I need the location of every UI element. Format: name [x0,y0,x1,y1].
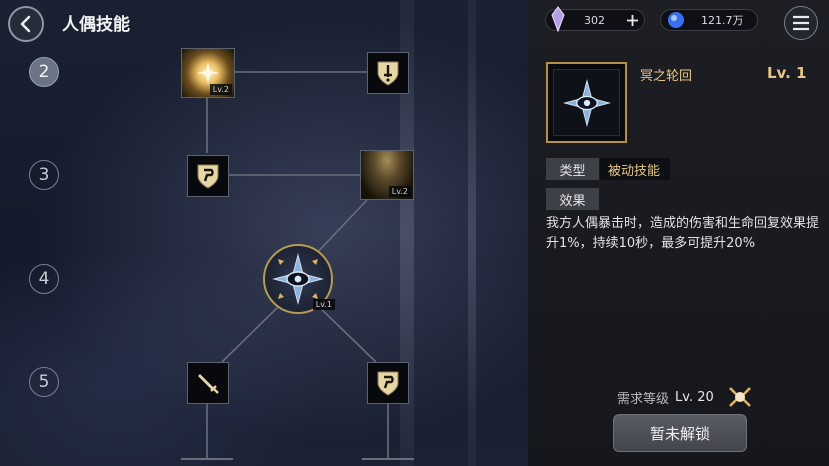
skill-node-shield-emblem-2[interactable] [367,362,409,404]
sword-icon [198,374,219,394]
shield-sword-icon [377,61,399,86]
skill-node-shield-emblem[interactable] [187,155,229,197]
requirement-label: 需求等级 [617,392,670,407]
crystal-amount: 302 [584,13,605,27]
node-level-badge: Lv.2 [388,186,411,197]
rank-badge-icon [729,387,751,407]
level-requirement: 需求等级 Lv. 20 [617,388,714,407]
skill-node-nether-wheel-selected[interactable]: Lv.1 [263,244,335,314]
crystal-icon [551,6,565,32]
skill-node-starlight-burst[interactable]: Lv.2 [181,48,235,98]
effect-label: 效果 [546,188,599,210]
skill-icon-frame [546,62,627,143]
skill-node-dusk-aura[interactable]: Lv.2 [360,150,414,200]
gold-currency: 121.7万 [660,9,758,31]
type-value: 被动技能 [600,158,671,180]
skill-node-sword-strike[interactable] [187,362,229,404]
shield-emblem-icon [197,164,219,189]
skill-tree-connectors [181,71,414,460]
skill-description: 我方人偶暴击时，造成的伤害和生命回复效果提升1%，持续10秒，最多可提升20% [546,216,820,251]
blue-orb-icon [668,12,684,28]
gold-amount: 121.7万 [701,14,744,27]
sparkle-icon [197,62,219,84]
skill-level: Lv. 1 [767,64,807,82]
menu-button[interactable] [784,6,818,40]
eye-star-icon [562,78,611,127]
hamburger-icon [793,15,809,31]
skill-node-shield-sword[interactable] [367,52,409,94]
add-crystal-icon[interactable] [626,14,639,27]
unlock-button[interactable]: 暂未解锁 [613,414,747,452]
node-level-badge: Lv.1 [312,299,335,310]
node-level-badge: Lv.2 [209,84,232,95]
skill-name: 冥之轮回 [640,69,693,84]
requirement-value: Lv. 20 [675,390,714,405]
crystal-currency: 302 [545,6,645,32]
type-label: 类型 [546,158,599,180]
shield-emblem-icon [377,371,399,396]
